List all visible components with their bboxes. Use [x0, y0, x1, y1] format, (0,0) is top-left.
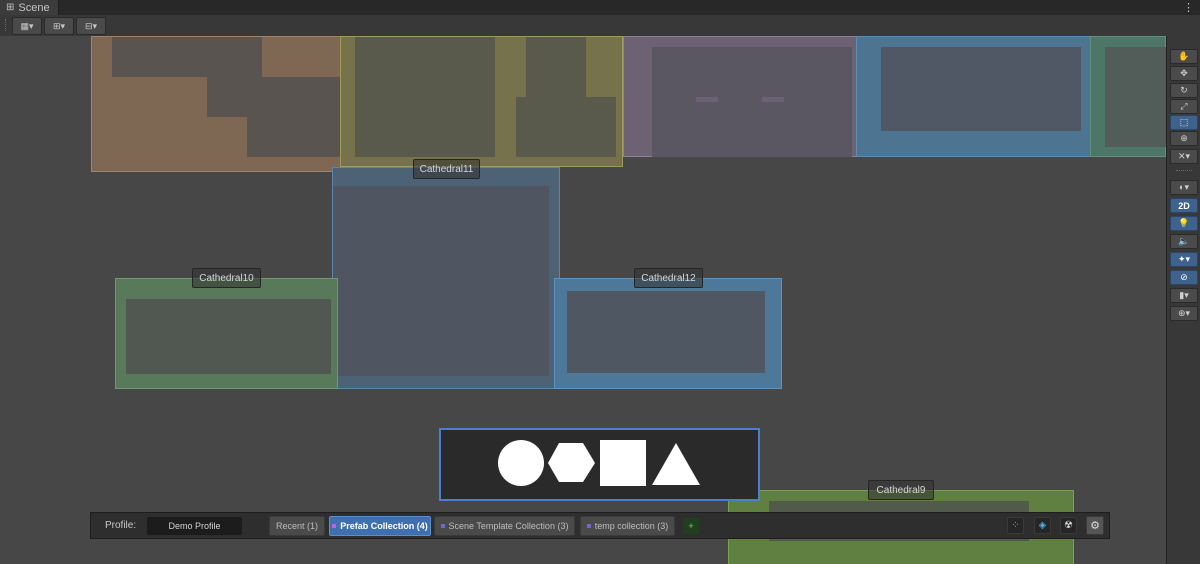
- shading-mode-button[interactable]: ◐▾: [1170, 180, 1198, 195]
- draw-mode-button[interactable]: ▦▾: [12, 17, 42, 35]
- rotate-tool-button[interactable]: ↻: [1170, 83, 1198, 98]
- square-shape: [600, 440, 646, 486]
- rect-tool-button[interactable]: ⬚: [1170, 115, 1198, 130]
- room-label-cathedral12[interactable]: Cathedral12: [634, 268, 703, 288]
- tab-temp-collection-label: temp collection (3): [594, 521, 669, 531]
- gizmos-toggle-button[interactable]: ⊕▾: [1170, 306, 1198, 321]
- effects-toggle-button[interactable]: ✦▾: [1170, 252, 1198, 267]
- 2d-toggle-button[interactable]: 2D: [1170, 198, 1198, 213]
- collection-bar: Profile: Demo Profile Recent (1) Prefab …: [90, 512, 1110, 539]
- room-cathedral12: [554, 278, 782, 389]
- add-collection-button[interactable]: +: [683, 518, 699, 534]
- custom-tool-button[interactable]: ✕▾: [1170, 149, 1198, 164]
- collection-color-dot: [586, 524, 591, 528]
- room-label-cathedral11[interactable]: Cathedral11: [413, 159, 480, 179]
- lighting-toggle-button[interactable]: 💡: [1170, 216, 1198, 231]
- room-label-cathedral10[interactable]: Cathedral10: [192, 268, 261, 288]
- tab-scene-template-collection[interactable]: Scene Template Collection (3): [434, 516, 575, 536]
- prefab-preview-panel: [439, 428, 760, 501]
- tab-scene-template-collection-label: Scene Template Collection (3): [448, 521, 569, 531]
- scene-tab-label: Scene: [18, 1, 50, 14]
- collection-color-dot: [440, 524, 445, 528]
- room-purple: [623, 36, 857, 157]
- tab-recent-label: Recent (1): [275, 521, 319, 531]
- scene-tab[interactable]: ⊞ Scene: [0, 0, 59, 15]
- transform-tool-button[interactable]: ⊕: [1170, 131, 1198, 146]
- toolbar-grip: [5, 19, 8, 31]
- room-blue-top: [856, 36, 1091, 157]
- tab-temp-collection[interactable]: temp collection (3): [580, 516, 675, 536]
- collection-color-dot: [332, 524, 337, 528]
- scene-tools-overlay: ✋ ✥ ↻ ⤢ ⬚ ⊕ ✕▾ ◐▾ 2D 💡 🔈 ✦▾ ⊘ ▮▾ ⊕▾: [1166, 36, 1200, 564]
- tab-prefab-collection[interactable]: Prefab Collection (4): [329, 516, 431, 536]
- settings-gear-icon[interactable]: ⚙: [1086, 516, 1104, 535]
- audio-toggle-button[interactable]: 🔈: [1170, 234, 1198, 249]
- radiation-icon[interactable]: ☢: [1060, 517, 1077, 534]
- hidden-objects-toggle-button[interactable]: ⊘: [1170, 270, 1198, 285]
- window-title-bar: ⊞ Scene ⋮: [0, 0, 1200, 15]
- hand-tool-button[interactable]: ✋: [1170, 49, 1198, 64]
- camera-settings-button[interactable]: ▮▾: [1170, 288, 1198, 303]
- circle-shape: [498, 440, 544, 486]
- hexagon-shape: [548, 443, 595, 482]
- profile-dropdown[interactable]: Demo Profile: [147, 517, 242, 535]
- toolbar-separator: [1176, 170, 1192, 172]
- room-cathedral10: [115, 278, 338, 389]
- more-vertical-icon[interactable]: ⋮: [1183, 1, 1194, 14]
- scene-toolbar: ▦▾ ⊞▾ ⊟▾: [0, 15, 1200, 37]
- grid-icon: ⊞: [6, 2, 15, 13]
- room-olive: [340, 36, 623, 167]
- move-tool-button[interactable]: ✥: [1170, 66, 1198, 81]
- snap-settings-button[interactable]: ⊞▾: [44, 17, 74, 35]
- cube-icon[interactable]: ◈: [1034, 517, 1051, 534]
- tab-prefab-collection-label: Prefab Collection (4): [340, 521, 428, 531]
- tab-recent[interactable]: Recent (1): [269, 516, 325, 536]
- grid-settings-button[interactable]: ⊟▾: [76, 17, 106, 35]
- room-label-cathedral9[interactable]: Cathedral9: [868, 480, 934, 500]
- scale-tool-button[interactable]: ⤢: [1170, 99, 1198, 114]
- profile-label: Profile:: [105, 520, 137, 531]
- room-cathedral11: [332, 167, 560, 389]
- triangle-shape: [652, 443, 700, 485]
- grid-dots-icon[interactable]: ⁘: [1007, 517, 1024, 534]
- room-teal: [1090, 36, 1166, 157]
- room-orange: [91, 36, 342, 172]
